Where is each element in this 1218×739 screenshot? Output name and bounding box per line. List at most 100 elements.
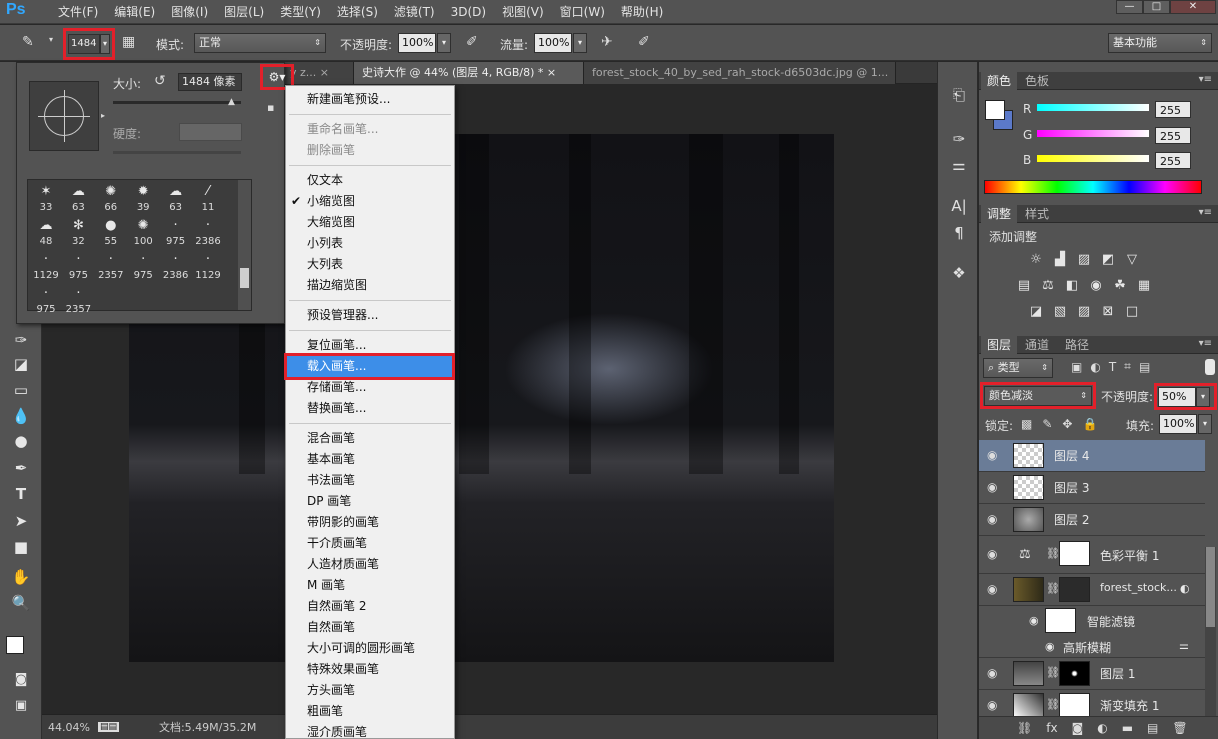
g-input[interactable]: 255	[1155, 127, 1191, 144]
doc-tab-3[interactable]: forest_stock_40_by_sed_rah_stock-d6503dc…	[584, 62, 896, 84]
menu-item[interactable]: 小列表	[286, 233, 454, 254]
brush-preset-cell[interactable]: ● 55	[95, 216, 127, 250]
hand-tool-icon[interactable]: ✋	[8, 565, 34, 589]
brush-preset-cell[interactable]: ✹ 39	[127, 182, 159, 216]
visibility-eye-icon[interactable]: ◉	[1029, 614, 1039, 627]
size-slider-track[interactable]	[113, 101, 241, 104]
menu-item[interactable]: 书法画笔	[286, 470, 454, 491]
color-spectrum-bar[interactable]	[984, 180, 1202, 194]
adjustment-filter-icon[interactable]: ◐	[1090, 360, 1100, 374]
character-panel-icon[interactable]: A|	[948, 195, 970, 217]
pen-tool-icon[interactable]: ✒	[8, 456, 34, 480]
menu-item[interactable]: 载入画笔...	[284, 353, 455, 380]
panel-menu-icon[interactable]: ▾≡	[1199, 338, 1212, 349]
doc-size[interactable]: 文档:5.49M/35.2M	[159, 719, 256, 735]
brush-preset-cell[interactable]: · 975	[127, 250, 159, 284]
shape-filter-icon[interactable]: ⌗	[1124, 359, 1131, 374]
tab-swatches[interactable]: 色板	[1019, 72, 1055, 90]
lock-position-icon[interactable]: ✥	[1062, 417, 1072, 431]
menu-edit[interactable]: 编辑(E)	[106, 0, 163, 24]
hardness-input[interactable]	[179, 123, 242, 141]
history-panel-icon[interactable]: ⎗	[948, 84, 970, 106]
brush-preset-cell[interactable]: · 975	[62, 250, 94, 284]
layer-row-3[interactable]: ◉ 图层 3	[979, 472, 1205, 504]
curves-icon[interactable]: ▨	[1075, 252, 1093, 268]
brush-preset-cell[interactable]: · 975	[160, 216, 192, 250]
lock-transparent-icon[interactable]: ▩	[1021, 417, 1032, 431]
brush-preset-cell[interactable]: · 1129	[30, 250, 62, 284]
brightness-icon[interactable]: ☼	[1027, 252, 1045, 268]
tab-paths[interactable]: 路径	[1059, 336, 1095, 354]
lock-all-icon[interactable]: 🔒	[1082, 417, 1097, 431]
type-filter-icon[interactable]: T	[1109, 360, 1116, 374]
size-input[interactable]: 1484 像素	[178, 73, 242, 91]
brush-tool-icon[interactable]: ✎	[22, 34, 34, 50]
panel-menu-icon[interactable]: ▾≡	[1199, 207, 1212, 218]
zoom-tool-icon[interactable]: 🔍	[8, 591, 34, 615]
r-input[interactable]: 255	[1155, 101, 1191, 118]
brush-preset-cell[interactable]: ✻ 32	[62, 216, 94, 250]
tab-color[interactable]: 颜色	[981, 72, 1018, 90]
layer-row-1[interactable]: ◉ ⛓ 图层 1	[979, 658, 1205, 690]
menu-item[interactable]: 湿介质画笔	[286, 722, 454, 739]
b-input[interactable]: 255	[1155, 152, 1191, 169]
color-lookup-icon[interactable]: ▦	[1135, 278, 1153, 294]
eraser-tool-icon[interactable]: ◪	[8, 352, 34, 376]
brush-preset-cell[interactable]: · 2386	[160, 250, 192, 284]
pressure-size-icon[interactable]: ✐	[638, 34, 650, 50]
filter-toggle[interactable]	[1205, 359, 1215, 375]
menu-item[interactable]: 基本画笔	[286, 449, 454, 470]
black-white-icon[interactable]: ◧	[1063, 278, 1081, 294]
workspace-select[interactable]: 基本功能 ⇕	[1108, 33, 1212, 53]
photo-filter-icon[interactable]: ◉	[1087, 278, 1105, 294]
hue-saturation-icon[interactable]: ▤	[1015, 278, 1033, 294]
fill-input[interactable]: 100%	[1159, 414, 1197, 434]
posterize-icon[interactable]: ▧	[1051, 304, 1069, 320]
menu-select[interactable]: 选择(S)	[329, 0, 386, 24]
invert-icon[interactable]: ◪	[1027, 304, 1045, 320]
mode-select[interactable]: 正常 ⇕	[194, 33, 326, 53]
lock-pixels-icon[interactable]: ✎	[1042, 417, 1052, 431]
threshold-icon[interactable]: ▨	[1075, 304, 1093, 320]
add-mask-icon[interactable]: ◙	[1072, 721, 1084, 735]
menu-image[interactable]: 图像(I)	[163, 0, 216, 24]
brush-preset-cell[interactable]: ⁄ 11	[192, 182, 224, 216]
smart-filters-row[interactable]: ◉ 智能滤镜	[979, 606, 1205, 636]
menu-layer[interactable]: 图层(L)	[216, 0, 272, 24]
b-slider[interactable]	[1037, 155, 1149, 162]
exposure-icon[interactable]: ◩	[1099, 252, 1117, 268]
levels-icon[interactable]: ▟	[1051, 252, 1069, 268]
brush-preset-cell[interactable]: ✶ 33	[30, 182, 62, 216]
brush-preset-cell[interactable]: · 975	[30, 284, 62, 318]
menu-item[interactable]: 描边缩览图	[286, 275, 454, 296]
menu-item[interactable]: 大小可调的圆形画笔	[286, 638, 454, 659]
pressure-opacity-icon[interactable]: ✐	[466, 34, 478, 50]
quick-mask-icon[interactable]: ◙	[8, 668, 34, 692]
menu-view[interactable]: 视图(V)	[494, 0, 552, 24]
type-tool-icon[interactable]: T	[8, 482, 34, 506]
menu-item[interactable]: 粗画笔	[286, 701, 454, 722]
menu-item[interactable]: M 画笔	[286, 575, 454, 596]
close-button[interactable]: ✕	[1170, 0, 1216, 14]
tab-styles[interactable]: 样式	[1019, 205, 1055, 223]
menu-item[interactable]: 自然画笔	[286, 617, 454, 638]
color-balance-icon[interactable]: ⚖	[1039, 278, 1057, 294]
menu-file[interactable]: 文件(F)	[50, 0, 106, 24]
foreground-color-swatch[interactable]	[6, 636, 24, 654]
menu-item[interactable]: 自然画笔 2	[286, 596, 454, 617]
layer-row-forest-stock[interactable]: ◉ ⛓ forest_stock... ◐	[979, 574, 1205, 606]
brush-preset-cell[interactable]: · 2357	[95, 250, 127, 284]
layer-style-fx-icon[interactable]: fx	[1046, 721, 1057, 735]
menu-item[interactable]: 带阴影的画笔	[286, 512, 454, 533]
channel-mixer-icon[interactable]: ☘	[1111, 278, 1129, 294]
menu-item[interactable]: 干介质画笔	[286, 533, 454, 554]
brush-preset-cell[interactable]: ✺ 100	[127, 216, 159, 250]
brush-angle-preview[interactable]	[29, 81, 99, 151]
opacity-input[interactable]: 100%	[398, 33, 436, 53]
trash-icon[interactable]: 🗑	[1172, 721, 1187, 735]
brush-preset-cell[interactable]: ☁ 48	[30, 216, 62, 250]
brush-panel-toggle-icon[interactable]: ▦	[122, 34, 135, 50]
menu-type[interactable]: 类型(Y)	[272, 0, 329, 24]
visibility-eye-icon[interactable]: ◉	[987, 666, 1001, 680]
visibility-eye-icon[interactable]: ◉	[987, 582, 1001, 596]
